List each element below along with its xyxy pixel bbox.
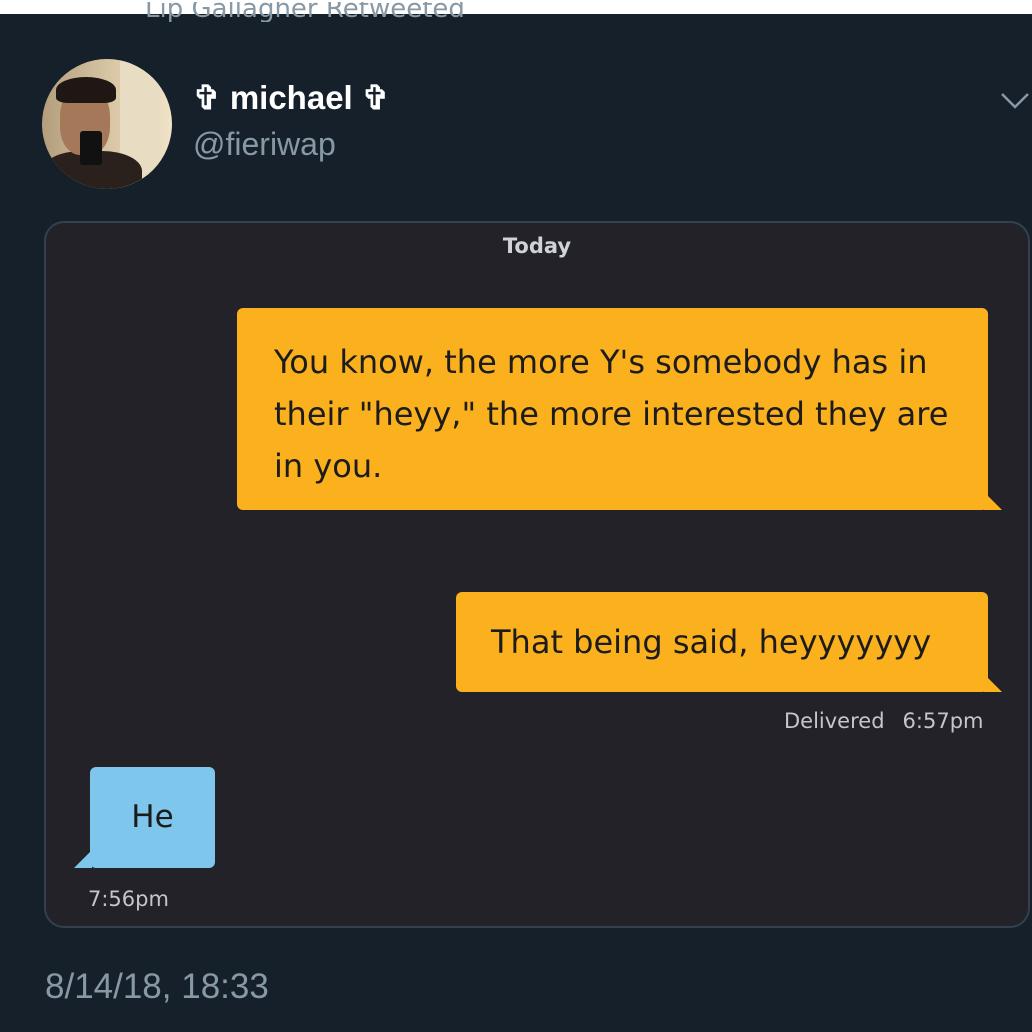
- message-text: You know, the more Y's somebody has in t…: [274, 343, 949, 485]
- delivered-label: Delivered: [784, 709, 885, 733]
- delivery-status: Delivered 6:57pm: [784, 709, 1001, 733]
- outgoing-message: You know, the more Y's somebody has in t…: [237, 308, 1002, 510]
- incoming-message: He: [74, 767, 215, 868]
- received-time: 7:56pm: [88, 887, 169, 911]
- tweet-timestamp: 8/14/18, 18:33: [45, 967, 269, 1006]
- author-handle[interactable]: @fieriwap: [193, 124, 336, 164]
- delivered-time: 6:57pm: [902, 709, 984, 733]
- avatar[interactable]: [42, 59, 172, 189]
- date-header: Today: [502, 234, 572, 258]
- retweet-context[interactable]: Lip Gallagher Retweeted: [145, 0, 465, 22]
- outgoing-message: That being said, heyyyyyyy: [456, 592, 1002, 692]
- retweet-label: Lip Gallagher Retweeted: [145, 0, 465, 22]
- chevron-down-icon[interactable]: [1000, 88, 1030, 112]
- message-text: He: [131, 799, 174, 835]
- author-name[interactable]: ✞ michael ✞: [193, 78, 390, 118]
- message-text: That being said, heyyyyyyy: [491, 623, 932, 661]
